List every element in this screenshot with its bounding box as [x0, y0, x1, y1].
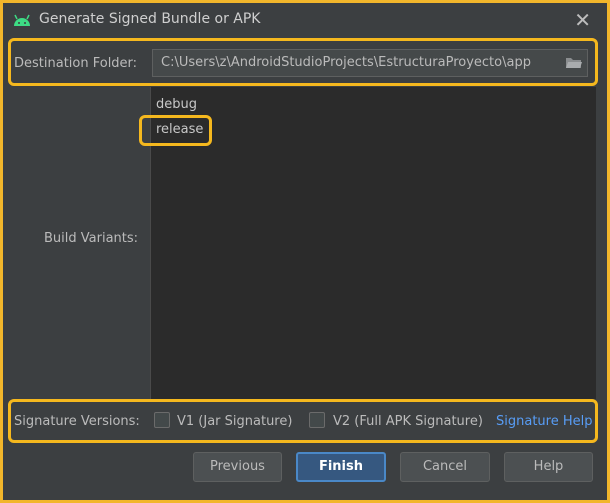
list-item-debug[interactable]: debug: [156, 97, 197, 112]
v1-checkbox-label[interactable]: V1 (Jar Signature): [177, 414, 292, 429]
destination-folder-value[interactable]: C:\Users\z\AndroidStudioProjects\Estruct…: [161, 55, 531, 70]
v1-checkbox[interactable]: [154, 412, 170, 428]
cancel-button[interactable]: Cancel: [400, 452, 490, 482]
build-variants-list[interactable]: debug release: [150, 87, 596, 399]
help-button[interactable]: Help: [504, 452, 593, 482]
signature-help-link[interactable]: Signature Help: [496, 414, 592, 429]
close-icon[interactable]: ✕: [574, 8, 591, 32]
v2-checkbox[interactable]: [309, 412, 325, 428]
folder-open-icon[interactable]: [565, 55, 583, 71]
finish-button[interactable]: Finish: [296, 452, 386, 482]
release-highlight: [139, 115, 212, 146]
v2-checkbox-label[interactable]: V2 (Full APK Signature): [333, 414, 483, 429]
window-title: Generate Signed Bundle or APK: [39, 11, 261, 27]
destination-folder-field[interactable]: C:\Users\z\AndroidStudioProjects\Estruct…: [152, 49, 588, 77]
build-variants-label: Build Variants:: [44, 231, 139, 246]
android-icon: [14, 14, 30, 26]
previous-button[interactable]: Previous: [193, 452, 282, 482]
destination-label: Destination Folder:: [14, 56, 138, 71]
signature-versions-label: Signature Versions:: [14, 414, 140, 429]
title-bar: Generate Signed Bundle or APK ✕: [3, 3, 607, 37]
